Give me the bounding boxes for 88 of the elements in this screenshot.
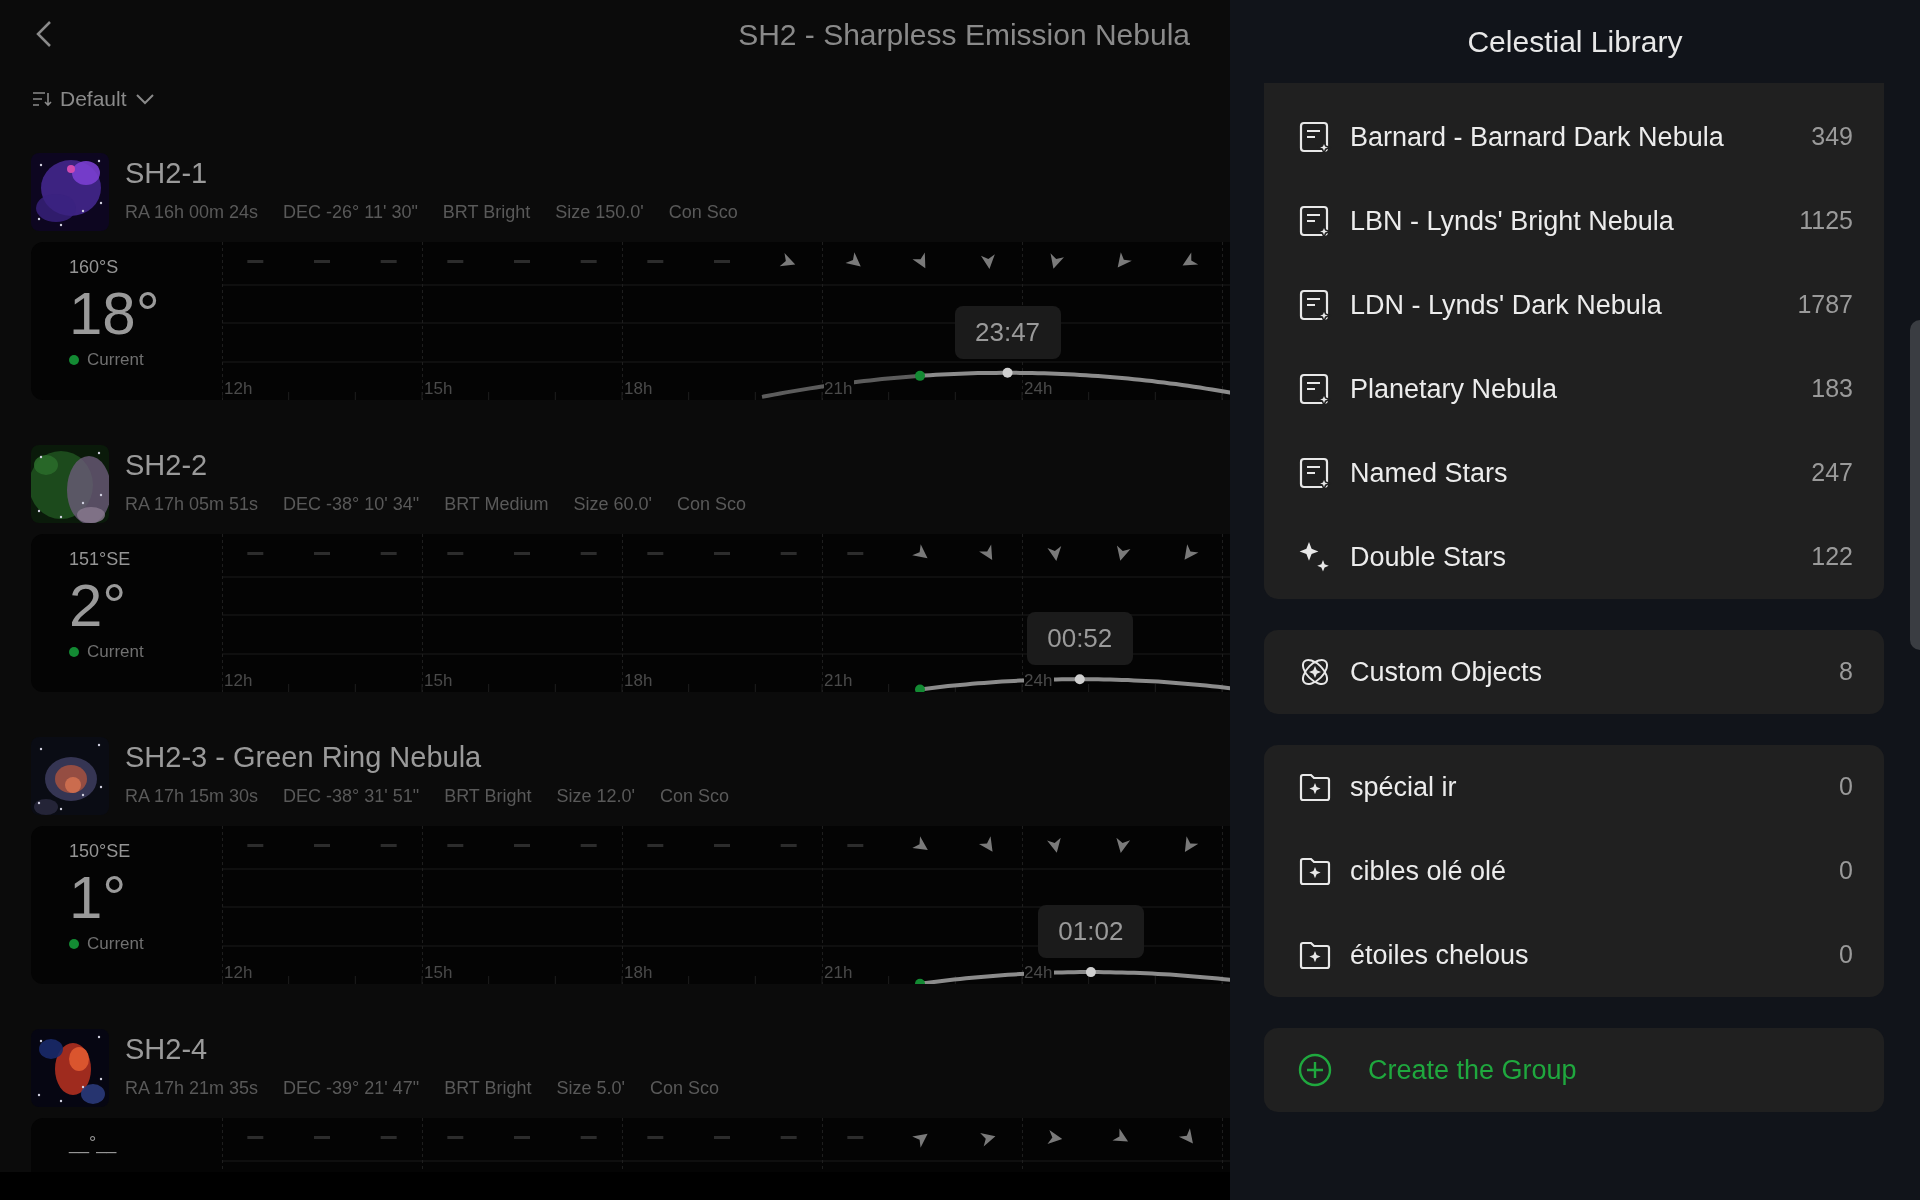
item-label: Named Stars — [1350, 456, 1509, 490]
item-count: 0 — [1839, 939, 1853, 971]
object-info: BRT Bright — [444, 1077, 532, 1100]
group-item[interactable]: spécial ir 0 — [1264, 745, 1884, 829]
time-tooltip: 23:47 — [954, 305, 1061, 359]
group-item[interactable]: cibles olé olé 0 — [1264, 829, 1884, 913]
page-title: SH2 - Sharpless Emission Nebula — [738, 16, 1190, 53]
object-info: Size 12.0' — [556, 785, 636, 808]
create-group-button[interactable]: Create the Group — [1264, 1028, 1884, 1112]
catalog-item[interactable]: Double Stars 122 — [1264, 515, 1884, 599]
catalog-icon — [1298, 456, 1332, 490]
item-label: Double Stars — [1350, 540, 1508, 574]
item-count: 8 — [1839, 656, 1853, 688]
sort-icon — [32, 91, 52, 107]
altitude-card[interactable]: __°__ — [31, 1118, 1230, 1172]
object-name[interactable]: SH2-2 — [125, 447, 747, 483]
catalog-item[interactable]: Barnard - Barnard Dark Nebula 349 — [1264, 95, 1884, 179]
azimuth-text: 151°SE — [69, 548, 132, 571]
azimuth-text: 150°SE — [69, 840, 132, 863]
object-name[interactable]: SH2-3 - Green Ring Nebula — [125, 739, 730, 775]
item-label: LDN - Lynds' Dark Nebula — [1350, 288, 1663, 322]
altitude-card[interactable]: 151°SE 2° Current 12h 15h 18h 21h 24h 00:52 — [31, 534, 1230, 692]
sort-dropdown[interactable]: Default — [32, 83, 155, 115]
object-name[interactable]: SH2-4 — [125, 1031, 720, 1067]
object-info: BRT Medium — [444, 493, 549, 516]
item-count: 247 — [1811, 457, 1853, 489]
status-dot — [69, 938, 79, 949]
catalog-icon — [1298, 204, 1332, 238]
item-label: Custom Objects — [1350, 655, 1544, 689]
object-info: BRT Bright — [444, 785, 532, 808]
item-label: Planetary Nebula — [1350, 372, 1559, 406]
object-info: Size 150.0' — [555, 201, 644, 224]
item-count: 0 — [1839, 855, 1853, 887]
object-info: BRT Bright — [442, 201, 531, 224]
caret-icon — [134, 93, 155, 105]
item-count: 183 — [1811, 373, 1853, 405]
item-count: 122 — [1811, 541, 1853, 573]
catalog-icon — [1298, 372, 1332, 406]
status-label: Current — [87, 641, 144, 663]
catalog-item[interactable]: LDN - Lynds' Dark Nebula 1787 — [1264, 263, 1884, 347]
object-info: RA 17h 21m 35s — [125, 1077, 259, 1100]
status-dot — [69, 646, 79, 657]
altitude-card[interactable]: 160°S 18° Current 12h 15h 18h 21h 24h 23:47 — [31, 242, 1230, 400]
item-label: spécial ir — [1350, 770, 1458, 804]
item-count: 0 — [1839, 771, 1853, 803]
group-item[interactable]: étoiles chelous 0 — [1264, 913, 1884, 997]
time-tooltip: 00:52 — [1026, 612, 1133, 666]
object-name[interactable]: SH2-1 — [125, 155, 738, 191]
object-info: RA 16h 00m 24s — [125, 201, 259, 224]
time-tooltip: 01:02 — [1037, 905, 1144, 959]
altitude-card[interactable]: 150°SE 1° Current 12h 15h 18h 21h 24h 01:02 — [31, 826, 1230, 984]
custom-objects-item[interactable]: Custom Objects 8 — [1264, 630, 1884, 714]
catalog-icon — [1298, 120, 1332, 154]
object-info: RA 17h 15m 30s — [125, 785, 259, 808]
azimuth-text: __°__ — [69, 1132, 118, 1156]
object-info: Con Sco — [660, 785, 730, 808]
object-info: DEC -38° 31' 51" — [283, 785, 420, 808]
add-icon — [1298, 1053, 1332, 1087]
item-count: 1125 — [1799, 205, 1853, 237]
azimuth-text: 160°S — [69, 256, 120, 279]
object-info: Size 5.0' — [556, 1077, 626, 1100]
status-dot — [69, 354, 79, 365]
object-info: DEC -39° 21' 47" — [283, 1077, 420, 1100]
catalog-item[interactable]: Named Stars 247 — [1264, 431, 1884, 515]
panel-title: Celestial Library — [1466, 24, 1684, 60]
object-info: Con Sco — [668, 201, 738, 224]
item-label: étoiles chelous — [1350, 938, 1530, 972]
altitude-value: 1° — [69, 865, 128, 931]
item-label: cibles olé olé — [1350, 854, 1508, 888]
catalog-icon — [1298, 288, 1332, 322]
altitude-value: 18° — [69, 281, 161, 347]
altitude-value: 2° — [69, 573, 128, 639]
edge-handle[interactable] — [1910, 320, 1920, 650]
item-count: 349 — [1811, 121, 1853, 153]
back-icon[interactable] — [36, 20, 52, 48]
catalog-item[interactable]: Planetary Nebula 183 — [1264, 347, 1884, 431]
object-info: Con Sco — [677, 493, 747, 516]
object-info: DEC -38° 10' 34" — [283, 493, 420, 516]
item-label: Barnard - Barnard Dark Nebula — [1350, 120, 1725, 154]
catalog-item[interactable]: LBN - Lynds' Bright Nebula 1125 — [1264, 179, 1884, 263]
object-info: Size 60.0' — [573, 493, 653, 516]
status-label: Current — [87, 933, 144, 955]
item-count: 1787 — [1797, 289, 1853, 321]
object-info: RA 17h 05m 51s — [125, 493, 259, 516]
item-label: LBN - Lynds' Bright Nebula — [1350, 204, 1675, 238]
object-info: DEC -26° 11' 30" — [283, 201, 418, 224]
object-info: Con Sco — [650, 1077, 720, 1100]
status-label: Current — [87, 349, 144, 371]
